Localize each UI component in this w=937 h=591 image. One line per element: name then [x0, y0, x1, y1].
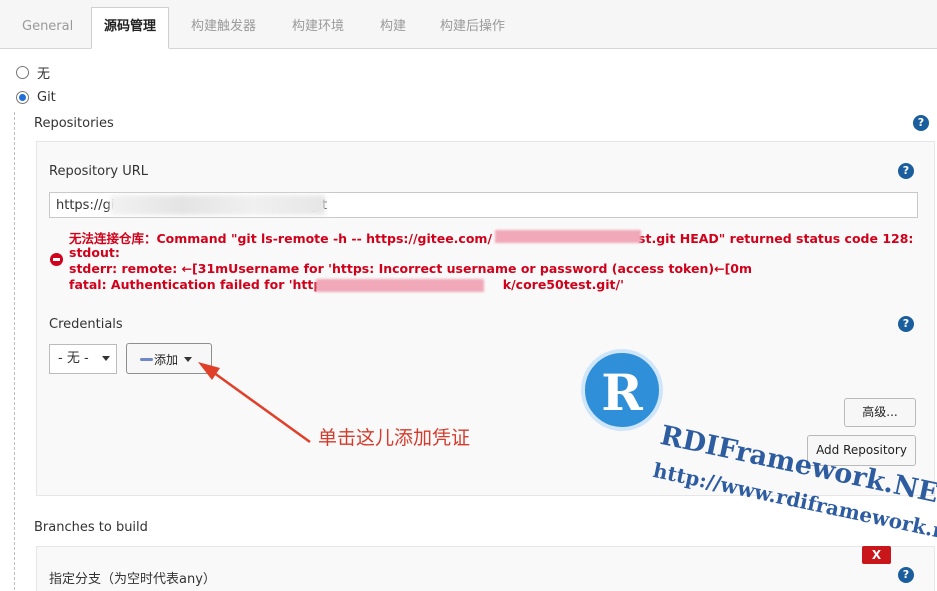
- repositories-label: Repositories: [34, 116, 114, 131]
- watermark-logo-letter: R: [601, 363, 643, 422]
- error-line-4-start: fatal: Authentication failed for 'https:: [69, 277, 335, 292]
- error-line-1: 无法连接仓库：Command "git ls-remote -h -- http…: [69, 228, 913, 247]
- error-line-2: stdout:: [69, 245, 120, 260]
- tab-build[interactable]: 构建: [368, 8, 418, 45]
- repository-url-help-icon[interactable]: ?: [898, 163, 914, 179]
- watermark-logo: R: [581, 349, 663, 431]
- scm-git-option[interactable]: Git: [16, 90, 56, 105]
- add-credentials-label: 添加: [154, 353, 179, 367]
- branch-specifier-label: 指定分支（为空时代表any）: [49, 572, 216, 587]
- tab-build-triggers[interactable]: 构建触发器: [179, 8, 268, 45]
- annotation-arrow-icon: [198, 362, 311, 444]
- tab-general[interactable]: General: [10, 8, 85, 45]
- tab-build-environment[interactable]: 构建环境: [280, 8, 356, 45]
- tab-source-code-management[interactable]: 源码管理: [91, 7, 170, 49]
- error-redaction-2: [316, 279, 484, 292]
- scm-none-label: 无: [37, 67, 51, 82]
- annotation-text: 单击这儿添加凭证: [318, 427, 471, 449]
- scm-git-label: Git: [37, 90, 56, 105]
- dropdown-caret-icon: [184, 357, 192, 362]
- error-redaction-1: [495, 230, 641, 243]
- git-section-guide: [14, 112, 15, 590]
- radio-none[interactable]: [16, 66, 29, 79]
- branch-specifier-help-icon[interactable]: ?: [898, 567, 914, 583]
- error-line-3: stderr: remote: ←[31mUsername for 'https…: [69, 261, 753, 276]
- radio-git[interactable]: [16, 91, 29, 104]
- credentials-label: Credentials: [49, 317, 123, 332]
- error-icon: [50, 253, 63, 266]
- credentials-selected-value: - 无 -: [58, 351, 89, 366]
- url-redaction: [110, 195, 325, 215]
- tab-post-build-actions[interactable]: 构建后操作: [428, 8, 517, 45]
- delete-branch-button[interactable]: X: [862, 546, 891, 564]
- advanced-button[interactable]: 高级...: [844, 398, 916, 427]
- repository-url-label: Repository URL: [49, 164, 149, 179]
- credentials-help-icon[interactable]: ?: [898, 316, 914, 332]
- key-icon: [140, 358, 153, 361]
- error-line-1-start: 无法连接仓库：Command "git ls-remote -h -- http…: [69, 231, 493, 246]
- repositories-help-icon[interactable]: ?: [913, 115, 929, 131]
- chevron-down-icon: [102, 356, 110, 361]
- error-line-4-end: k/core50test.git/': [502, 277, 624, 292]
- scm-none-option[interactable]: 无: [16, 63, 50, 82]
- error-line-1-end: st.git HEAD" returned status code 128:: [638, 231, 914, 246]
- credentials-select[interactable]: - 无 -: [49, 344, 117, 374]
- branches-to-build-label: Branches to build: [34, 520, 148, 535]
- tab-bar: General 源码管理 构建触发器 构建环境 构建 构建后操作: [0, 0, 937, 49]
